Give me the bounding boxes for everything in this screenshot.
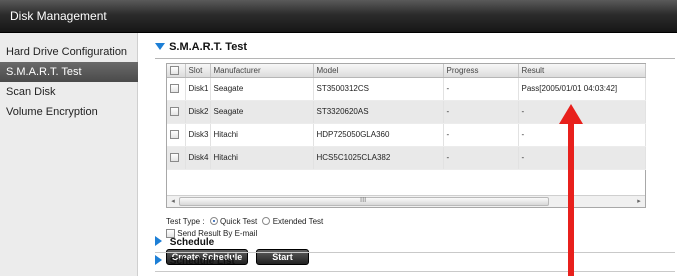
progress-cell: - [443, 146, 519, 170]
schedule-section-header[interactable]: Schedule [155, 236, 675, 253]
result-cell: - [518, 146, 646, 170]
disk-table: Slot Manufacturer Model Progress Result … [166, 63, 646, 208]
scrollbar-grip: III [360, 196, 367, 204]
row-checkbox[interactable] [170, 130, 179, 140]
slot-cell: Disk3 [185, 123, 211, 147]
result-cell: Pass[2005/01/01 04:03:42] [518, 77, 646, 101]
sidebar-item-hard-drive-configuration[interactable]: Hard Drive Configuration [0, 42, 138, 62]
scroll-right-icon[interactable]: ▸ [633, 196, 645, 207]
sidebar-item-smart-test[interactable]: S.M.A.R.T. Test [0, 62, 138, 82]
smart-test-section-header[interactable]: S.M.A.R.T. Test [155, 41, 675, 59]
model-cell: ST3500312CS [313, 77, 444, 101]
scrollbar-thumb[interactable]: III [179, 196, 549, 206]
slot-cell: Disk1 [185, 77, 211, 101]
select-all-header [167, 64, 186, 78]
extended-test-radio[interactable] [262, 217, 271, 225]
row-checkbox[interactable] [170, 84, 179, 94]
progress-cell: - [443, 77, 519, 101]
manufacturer-cell: Hitachi [210, 146, 314, 170]
table-header-row: Slot Manufacturer Model Progress Result [167, 64, 646, 78]
row-checkbox[interactable] [170, 153, 179, 163]
window-title: Disk Management [10, 9, 107, 23]
test-type-row: Test Type : Quick Test Extended Test [166, 217, 323, 226]
manufacturer-cell: Seagate [210, 77, 314, 101]
section-title: S.M.A.R.T. Test [169, 41, 248, 53]
table-row[interactable]: Disk1 Seagate ST3500312CS - Pass[2005/01… [167, 77, 646, 101]
triangle-right-icon [155, 255, 162, 265]
red-arrow-shaft [568, 120, 574, 276]
column-header-result[interactable]: Result [518, 64, 646, 78]
row-checkbox-cell [167, 146, 186, 170]
extended-test-label[interactable]: Extended Test [273, 217, 324, 226]
model-cell: HDP725050GLA360 [313, 123, 444, 147]
schedule-list-section-header[interactable]: Schedule List [155, 255, 675, 272]
column-header-slot[interactable]: Slot [185, 64, 211, 78]
progress-cell: - [443, 100, 519, 124]
main-panel: S.M.A.R.T. Test Slot Manufacturer Model … [148, 33, 677, 276]
column-header-model[interactable]: Model [313, 64, 444, 78]
model-cell: ST3320620AS [313, 100, 444, 124]
slot-cell: Disk2 [185, 100, 211, 124]
sidebar-item-volume-encryption[interactable]: Volume Encryption [0, 102, 138, 122]
slot-cell: Disk4 [185, 146, 211, 170]
progress-cell: - [443, 123, 519, 147]
quick-test-label[interactable]: Quick Test [220, 217, 257, 226]
schedule-label: Schedule [169, 237, 215, 248]
manufacturer-cell: Seagate [210, 100, 314, 124]
triangle-right-icon [155, 236, 162, 246]
sidebar: Hard Drive Configuration S.M.A.R.T. Test… [0, 33, 138, 276]
quick-test-radio[interactable] [209, 217, 218, 225]
schedule-list-label: Schedule List [169, 256, 235, 267]
row-checkbox-cell [167, 77, 186, 101]
title-bar: Disk Management [0, 0, 677, 33]
column-header-manufacturer[interactable]: Manufacturer [210, 64, 314, 78]
row-checkbox-cell [167, 123, 186, 147]
model-cell: HCS5C1025CLA382 [313, 146, 444, 170]
column-header-progress[interactable]: Progress [443, 64, 519, 78]
result-cell: - [518, 123, 646, 147]
row-checkbox[interactable] [170, 107, 179, 117]
sidebar-item-scan-disk[interactable]: Scan Disk [0, 82, 138, 102]
select-all-checkbox[interactable] [170, 65, 179, 75]
scroll-left-icon[interactable]: ◂ [167, 196, 179, 207]
triangle-down-icon [155, 43, 165, 50]
manufacturer-cell: Hitachi [210, 123, 314, 147]
row-checkbox-cell [167, 100, 186, 124]
test-type-label: Test Type : [166, 217, 205, 226]
